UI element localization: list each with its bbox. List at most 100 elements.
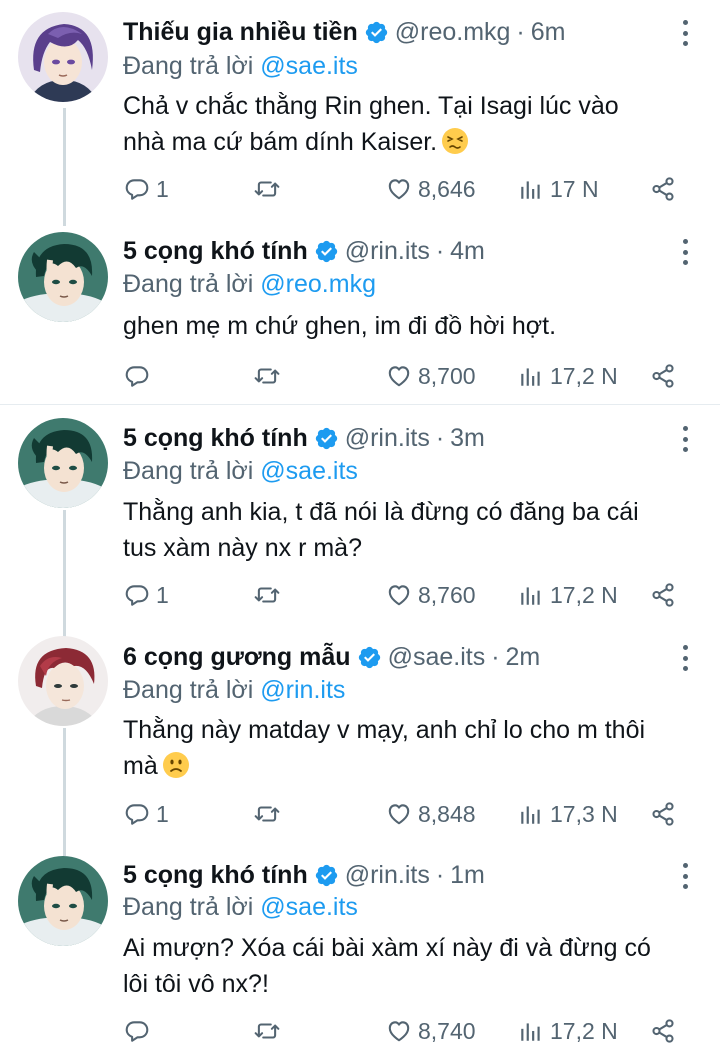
more-options-icon[interactable]: [680, 426, 690, 452]
dark-green-hair-avatar: [18, 418, 108, 508]
retweet-button[interactable]: [254, 172, 286, 206]
share-button[interactable]: [650, 172, 682, 206]
share-button[interactable]: [650, 578, 682, 612]
reply-icon: [124, 582, 150, 608]
bar-chart-icon: [518, 363, 544, 389]
display-name[interactable]: 5 cọng khó tính: [123, 424, 308, 453]
separator-dot: ·: [435, 423, 445, 452]
reply-count: 1: [156, 800, 169, 827]
timestamp[interactable]: 4m: [450, 237, 485, 266]
more-options-icon[interactable]: [680, 20, 690, 46]
dark-green-hair-avatar: [18, 856, 108, 946]
replying-to: Đang trả lời @sae.its: [123, 457, 358, 486]
display-name[interactable]: 6 cọng gương mẫu: [123, 643, 351, 672]
tweet-text-line: nhà ma cứ bám dính Kaiser.: [123, 128, 438, 156]
tweet-text-line: Thằng này matday v mạy, anh chỉ lo cho m…: [123, 716, 646, 744]
heart-icon: [386, 176, 412, 202]
views-button[interactable]: 17,3 N: [518, 797, 618, 831]
more-options-icon[interactable]: [680, 645, 690, 671]
user-handle[interactable]: @rin.its: [345, 424, 430, 453]
tweet-header: 5 cọng khó tính @rin.its · 3m: [123, 420, 485, 456]
views-button[interactable]: 17,2 N: [518, 1014, 618, 1048]
replying-to-label: Đang trả lời: [123, 457, 254, 485]
tweet-header: 5 cọng khó tính @rin.its · 4m: [123, 233, 485, 269]
retweet-icon: [254, 582, 280, 608]
share-icon: [650, 176, 676, 202]
mention-link[interactable]: @sae.its: [260, 893, 358, 921]
views-button[interactable]: 17,2 N: [518, 578, 618, 612]
display-name[interactable]: Thiếu gia nhiều tiền: [123, 18, 358, 47]
retweet-icon: [254, 801, 280, 827]
like-count: 8,740: [418, 1017, 476, 1044]
reply-button[interactable]: 1: [124, 578, 169, 612]
thread-line: [63, 728, 66, 856]
like-count: 8,646: [418, 175, 476, 202]
user-handle[interactable]: @rin.its: [345, 861, 430, 890]
reply-count: 1: [156, 175, 169, 202]
more-options-icon[interactable]: [680, 863, 690, 889]
retweet-button[interactable]: [254, 359, 286, 393]
bar-chart-icon: [518, 1018, 544, 1044]
retweet-button[interactable]: [254, 1014, 286, 1048]
verified-badge-icon: [314, 863, 339, 888]
like-button[interactable]: 8,848: [386, 797, 476, 831]
more-options-icon[interactable]: [680, 239, 690, 265]
avatar[interactable]: [18, 232, 108, 322]
avatar[interactable]: [18, 856, 108, 946]
like-button[interactable]: 8,740: [386, 1014, 476, 1048]
replying-to: Đang trả lời @reo.mkg: [123, 270, 376, 299]
retweet-button[interactable]: [254, 578, 286, 612]
share-button[interactable]: [650, 797, 682, 831]
separator-dot: ·: [491, 642, 500, 671]
avatar[interactable]: [18, 418, 108, 508]
display-name[interactable]: 5 cọng khó tính: [123, 237, 308, 266]
like-button[interactable]: 8,700: [386, 359, 476, 393]
avatar[interactable]: [18, 636, 108, 726]
verified-badge-icon: [314, 426, 339, 451]
timestamp[interactable]: 3m: [450, 424, 485, 453]
timestamp[interactable]: 1m: [450, 861, 485, 890]
verified-badge-icon: [357, 645, 382, 670]
like-count: 8,760: [418, 581, 476, 608]
reply-button[interactable]: 1: [124, 797, 169, 831]
replying-to: Đang trả lời @rin.its: [123, 676, 345, 705]
bar-chart-icon: [518, 801, 544, 827]
timestamp[interactable]: 2m: [506, 643, 541, 672]
like-count: 8,848: [418, 800, 476, 827]
replying-to-label: Đang trả lời: [123, 676, 254, 704]
verified-badge-icon: [314, 239, 339, 264]
tweet-text: Chả v chắc thằng Rin ghen. Tại Isagi lúc…: [123, 88, 693, 160]
display-name[interactable]: 5 cọng khó tính: [123, 861, 308, 890]
user-handle[interactable]: @reo.mkg: [395, 18, 511, 47]
user-handle[interactable]: @rin.its: [345, 237, 430, 266]
views-button[interactable]: 17,2 N: [518, 359, 618, 393]
mention-link[interactable]: @reo.mkg: [260, 270, 376, 298]
like-button[interactable]: 8,646: [386, 172, 476, 206]
reply-button[interactable]: [124, 359, 156, 393]
share-button[interactable]: [650, 359, 682, 393]
mention-link[interactable]: @rin.its: [260, 676, 345, 704]
share-button[interactable]: [650, 1014, 682, 1048]
user-handle[interactable]: @sae.its: [388, 643, 486, 672]
like-count: 8,700: [418, 362, 476, 389]
retweet-button[interactable]: [254, 797, 286, 831]
tweet-text-line: lôi tôi vô nx?!: [123, 970, 269, 998]
tweet-text-line: Chả v chắc thằng Rin ghen. Tại Isagi lúc…: [123, 92, 619, 120]
avatar[interactable]: [18, 12, 108, 102]
mention-link[interactable]: @sae.its: [260, 457, 358, 485]
replying-to-label: Đang trả lời: [123, 893, 254, 921]
mention-link[interactable]: @sae.its: [260, 52, 358, 80]
reply-button[interactable]: [124, 1014, 156, 1048]
reply-button[interactable]: 1: [124, 172, 169, 206]
purple-hair-avatar: [18, 12, 108, 102]
replying-to: Đang trả lời @sae.its: [123, 52, 358, 81]
tweet-header: 6 cọng gương mẫu @sae.its · 2m: [123, 639, 540, 675]
timestamp[interactable]: 6m: [531, 18, 566, 47]
views-button[interactable]: 17 N: [518, 172, 599, 206]
reply-icon: [124, 176, 150, 202]
replying-to-label: Đang trả lời: [123, 270, 254, 298]
slightly-frowning-face-emoji-icon: [162, 751, 190, 779]
separator-dot: ·: [435, 236, 445, 265]
separator-dot: ·: [516, 17, 525, 46]
like-button[interactable]: 8,760: [386, 578, 476, 612]
